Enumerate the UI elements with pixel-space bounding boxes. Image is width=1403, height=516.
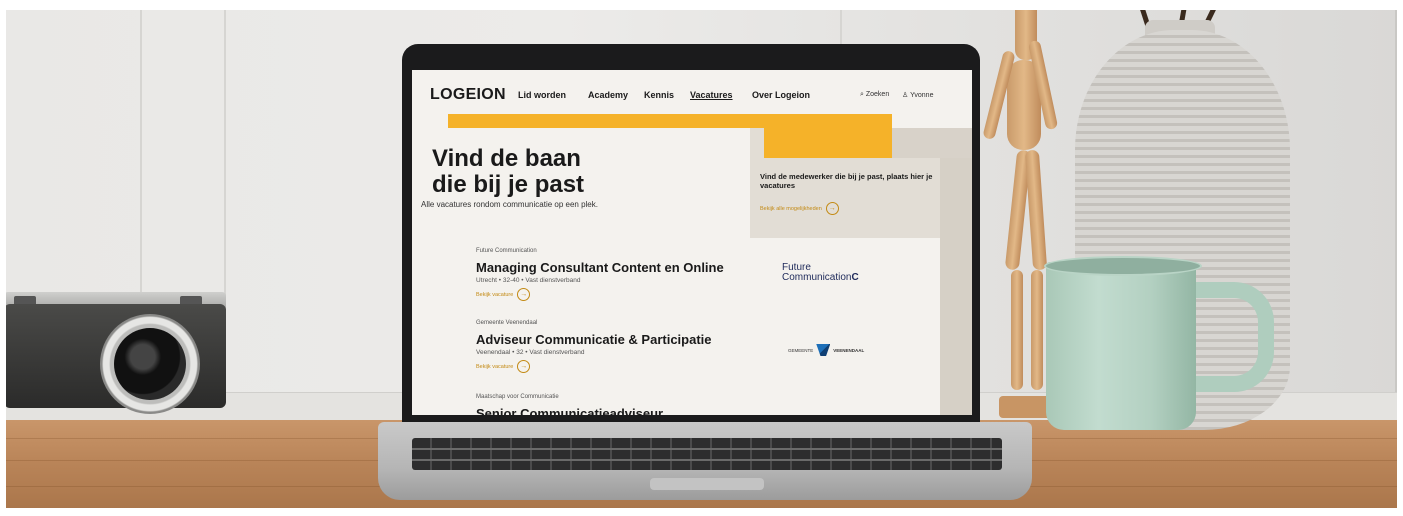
page-title: Vind de baan die bij je past <box>432 146 584 198</box>
mug-handle <box>1188 282 1274 392</box>
nav-kennis[interactable]: Kennis <box>644 90 674 100</box>
user-link[interactable]: ♙ Yvonne <box>902 91 933 99</box>
employer-text: Vind de medewerker die bij je past, plaa… <box>760 172 933 190</box>
page-title-line1: Vind de baan <box>432 145 581 172</box>
employer-link-label: Bekijk alle mogelijkheden <box>760 205 822 212</box>
job-title[interactable]: Managing Consultant Content en Online <box>476 260 776 275</box>
nav-vacatures[interactable]: Vacatures <box>690 90 733 100</box>
job-link[interactable]: Bekijk vacature → <box>476 360 776 373</box>
job-card: Future Communication Managing Consultant… <box>476 248 776 301</box>
job-card: Gemeente Veenendaal Adviseur Communicati… <box>476 320 776 373</box>
user-label: Yvonne <box>910 92 934 99</box>
job-link[interactable]: Bekijk vacature → <box>476 288 776 301</box>
logeion-logo[interactable]: LOGEION <box>430 86 506 104</box>
laptop-keyboard <box>412 438 1002 470</box>
laptop-trackpad <box>650 478 764 490</box>
job-title[interactable]: Adviseur Communicatie & Participatie <box>476 332 776 347</box>
nav-lid-worden[interactable]: Lid worden <box>518 90 566 100</box>
job-meta: Utrecht • 32-40 • Vast dienstverband <box>476 277 581 284</box>
employer-link[interactable]: Bekijk alle mogelijkheden → <box>760 202 839 215</box>
gemeente-veenendaal-logo: GEMEENTE VEENENDAAL <box>788 344 864 356</box>
user-icon: ♙ <box>902 92 909 99</box>
search-label: Zoeken <box>865 91 890 98</box>
job-link-label: Bekijk vacature <box>476 363 514 370</box>
future-communication-logo: Future CommunicationC <box>782 262 859 283</box>
accent-block <box>764 114 892 158</box>
wall-panel-edge <box>1395 0 1397 430</box>
job-company: Future Communication <box>476 248 537 254</box>
camera-object <box>4 286 230 422</box>
veenendaal-mark-icon <box>816 344 831 356</box>
mug-rim <box>1044 256 1202 276</box>
job-title[interactable]: Senior Communicatieadviseur <box>476 406 776 415</box>
job-company: Maatschap voor Communicatie <box>476 394 559 400</box>
search-icon: ⌕ <box>860 91 864 98</box>
laptop-screen: LOGEION Lid worden Academy Kennis Vacatu… <box>412 70 972 415</box>
page-title-line2: die bij je past <box>432 171 585 198</box>
job-company: Gemeente Veenendaal <box>476 320 538 326</box>
nav-academy[interactable]: Academy <box>588 90 628 100</box>
job-card: Maatschap voor Communicatie Senior Commu… <box>476 394 776 415</box>
site-header: LOGEION Lid worden Academy Kennis Vacatu… <box>412 70 972 114</box>
arrow-circle-icon: → <box>825 202 839 215</box>
arrow-circle-icon: → <box>517 288 531 301</box>
page-subtitle: Alle vacatures rondom communicatie op ee… <box>421 200 598 209</box>
search-link[interactable]: ⌕ Zoeken <box>860 91 889 99</box>
side-panel <box>940 128 972 415</box>
job-meta: Veenendaal • 32 • Vast dienstverband <box>476 349 585 356</box>
arrow-circle-icon: → <box>517 360 531 373</box>
photo-scene: LOGEION Lid worden Academy Kennis Vacatu… <box>0 0 1403 516</box>
accent-bar <box>448 114 766 128</box>
nav-over-logeion[interactable]: Over Logeion <box>752 90 810 100</box>
green-mug <box>1046 262 1196 430</box>
job-link-label: Bekijk vacature <box>476 291 514 298</box>
side-panel-top <box>892 128 972 158</box>
